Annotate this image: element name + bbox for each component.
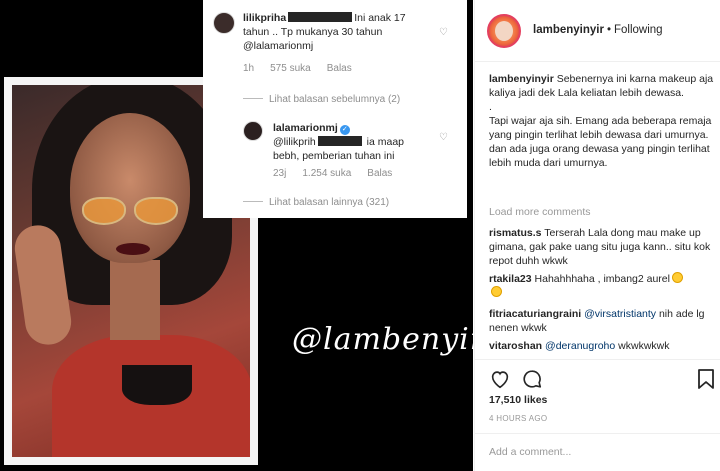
comment-input[interactable] (489, 444, 709, 460)
like-count[interactable]: 17,510 likes (489, 394, 547, 406)
avatar[interactable] (487, 14, 521, 48)
post-media[interactable]: @lambenyinyir lilikprihaIni anak 17 tahu… (0, 0, 473, 471)
post-header: lambenyinyir • Following (475, 0, 720, 62)
verified-badge-icon: ✓ (339, 125, 350, 135)
reply-link[interactable]: Balas (367, 168, 392, 179)
like-comment-icon[interactable]: ♡ (439, 132, 448, 143)
watermark-text: @lambenyinyir (292, 322, 473, 357)
redaction-bar (317, 136, 362, 146)
heart-icon[interactable] (489, 368, 511, 390)
add-comment-bar (475, 433, 720, 471)
comment-2-meta: 23j 1.254 suka Balas (273, 168, 393, 179)
instagram-post: @lambenyinyir lilikprihaIni anak 17 tahu… (0, 0, 720, 471)
author-username[interactable]: lambenyinyir (533, 24, 604, 36)
view-more-replies[interactable]: Lihat balasan lainnya (321) (243, 197, 389, 208)
list-item: rtakila23 Hahahhhaha , imbang2 aurel (489, 272, 715, 300)
bookmark-icon[interactable] (697, 368, 715, 390)
post-author: lambenyinyir • Following (533, 24, 663, 36)
list-item: fitriacaturiangraini @virsatristianty ni… (489, 308, 705, 334)
comment-1-text: lilikpriha Ini anak 17 tahun .. Tp mukany… (243, 12, 406, 52)
caption-block: lambenyinyir Sebenernya ini karna makeup… (489, 72, 715, 170)
comment-1-meta: 1h 575 suka Balas (243, 63, 352, 74)
redaction-bar (288, 12, 353, 22)
like-comment-icon[interactable]: ♡ (439, 27, 448, 38)
list-item: vitaroshan @deranugroho wkwkwkwk (489, 340, 670, 352)
following-button[interactable]: Following (614, 24, 663, 36)
comment-screenshot: lilikpriha Ini anak 17 tahun .. Tp mukany… (203, 0, 467, 218)
load-more-comments[interactable]: Load more comments (489, 206, 591, 218)
laughing-emoji-icon (671, 272, 683, 283)
view-previous-replies[interactable]: Lihat balasan sebelumnya (2) (243, 94, 400, 105)
comment-icon[interactable] (521, 368, 543, 390)
replier-avatar (243, 121, 263, 141)
post-sidebar: lambenyinyir • Following lambenyinyir Sebe… (474, 0, 720, 471)
caption-username[interactable]: lambenyinyir (489, 73, 554, 85)
caption-text: lambenyinyir Sebenernya ini karna makeup… (489, 73, 714, 169)
post-timestamp: 4 HOURS AGO (489, 414, 548, 423)
commenter-avatar (213, 12, 235, 34)
list-item: rismatus.s Terserah Lala dong mau make u… (489, 227, 711, 267)
reply-link[interactable]: Balas (327, 63, 352, 74)
laughing-emoji-icon (491, 286, 502, 297)
comment-2-text: lalamarionmj ✓ @lilikprih ia maap bebh, p… (273, 122, 405, 162)
